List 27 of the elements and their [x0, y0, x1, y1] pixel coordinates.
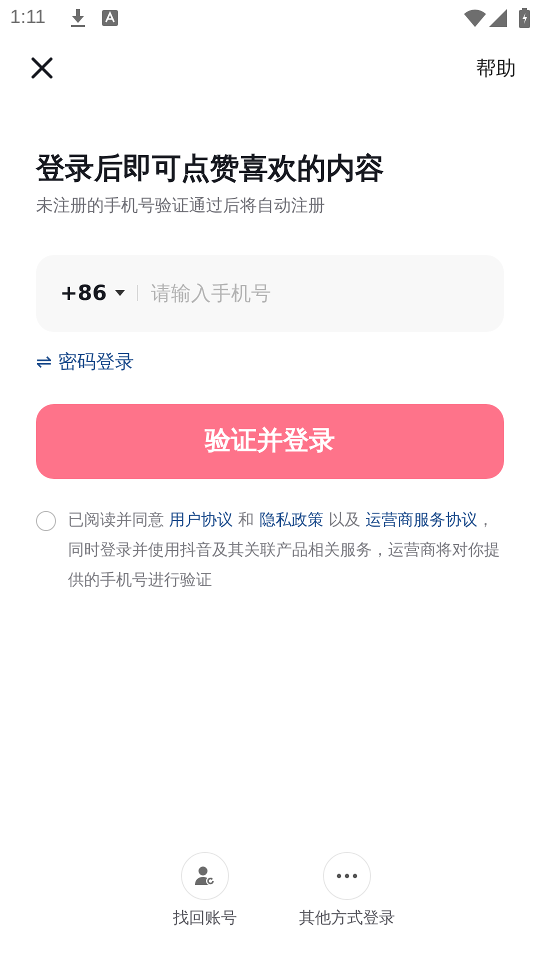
- signal-icon: [489, 9, 507, 27]
- other-login-button[interactable]: 其他方式登录: [297, 852, 397, 930]
- phone-input-field[interactable]: +86 请输入手机号: [36, 254, 504, 332]
- recover-account-button[interactable]: 找回账号: [155, 852, 255, 930]
- battery-icon: [519, 8, 530, 28]
- country-code[interactable]: +86: [60, 278, 107, 309]
- agreement-link[interactable]: 用户协议: [169, 510, 234, 530]
- action-label: 其他方式登录: [299, 907, 395, 929]
- agreement-text: 已阅读并同意 用户协议 和 隐私政策 以及 运营商服务协议，同时登录并使用抖音及其关联产品相关服务，运营商将对你提供的手机号进行验证: [68, 509, 501, 592]
- action-label: 找回账号: [173, 907, 237, 929]
- status-time: 1:11: [10, 6, 46, 30]
- help-link[interactable]: 帮助: [476, 53, 516, 83]
- user-refresh-icon: [194, 865, 216, 887]
- phone-input[interactable]: 请输入手机号: [150, 278, 480, 308]
- more-icon: [336, 873, 358, 879]
- agreement-checkbox[interactable]: [36, 511, 56, 532]
- close-icon: [31, 57, 53, 79]
- agreement-link[interactable]: 隐私政策: [259, 510, 324, 530]
- agreement-link[interactable]: 运营商服务协议: [365, 510, 478, 530]
- page-title: 登录后即可点赞喜欢的内容: [36, 150, 385, 186]
- caret-icon: [114, 290, 125, 296]
- keyboard-icon: [102, 10, 118, 26]
- page-subtitle: 未注册的手机号验证通过后将自动注册: [36, 195, 326, 218]
- password-login-link[interactable]: ⇌ 密码登录: [36, 348, 134, 376]
- wifi-icon: [464, 9, 486, 27]
- download-icon: [70, 8, 86, 28]
- close-button[interactable]: [30, 56, 54, 80]
